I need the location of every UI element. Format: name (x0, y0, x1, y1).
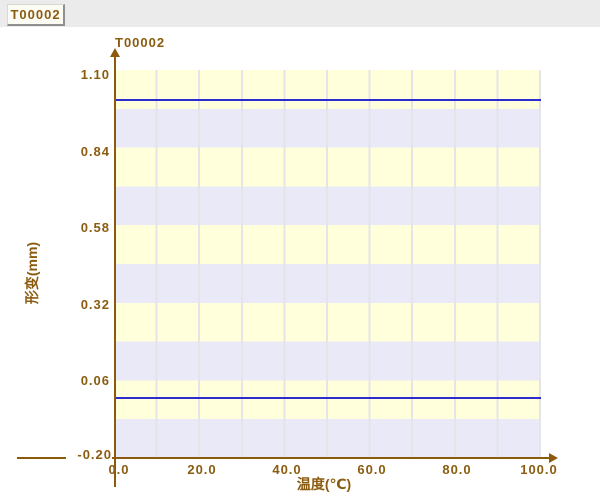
y-tick-label: 0.84 (68, 144, 110, 160)
y-tick-label: 0.58 (68, 220, 110, 236)
y-tick-label: 1.10 (68, 67, 110, 83)
y-tick-label: 0.32 (68, 297, 110, 313)
y-tick-label: 0.06 (68, 373, 110, 389)
y-axis-title: 形变(mm) (22, 213, 42, 333)
x-tick-label: 20.0 (174, 462, 230, 478)
x-tick-label: 80.0 (429, 462, 485, 478)
chart-title: T00002 (115, 35, 165, 50)
tab-bar: T00002 (0, 0, 600, 27)
y-axis-arrow-icon (110, 48, 120, 57)
series-line-upper (115, 99, 541, 101)
x-tick-label: 0.0 (91, 462, 147, 478)
y-axis-line (114, 56, 116, 487)
x-axis-title: 温度(℃) (263, 474, 385, 492)
series-line-lower (115, 397, 541, 399)
tab-t00002[interactable]: T00002 (7, 4, 65, 26)
y-tick-label: -0.20 (66, 447, 112, 463)
plot-area (115, 70, 541, 458)
x-tick-label: 100.0 (511, 462, 567, 478)
